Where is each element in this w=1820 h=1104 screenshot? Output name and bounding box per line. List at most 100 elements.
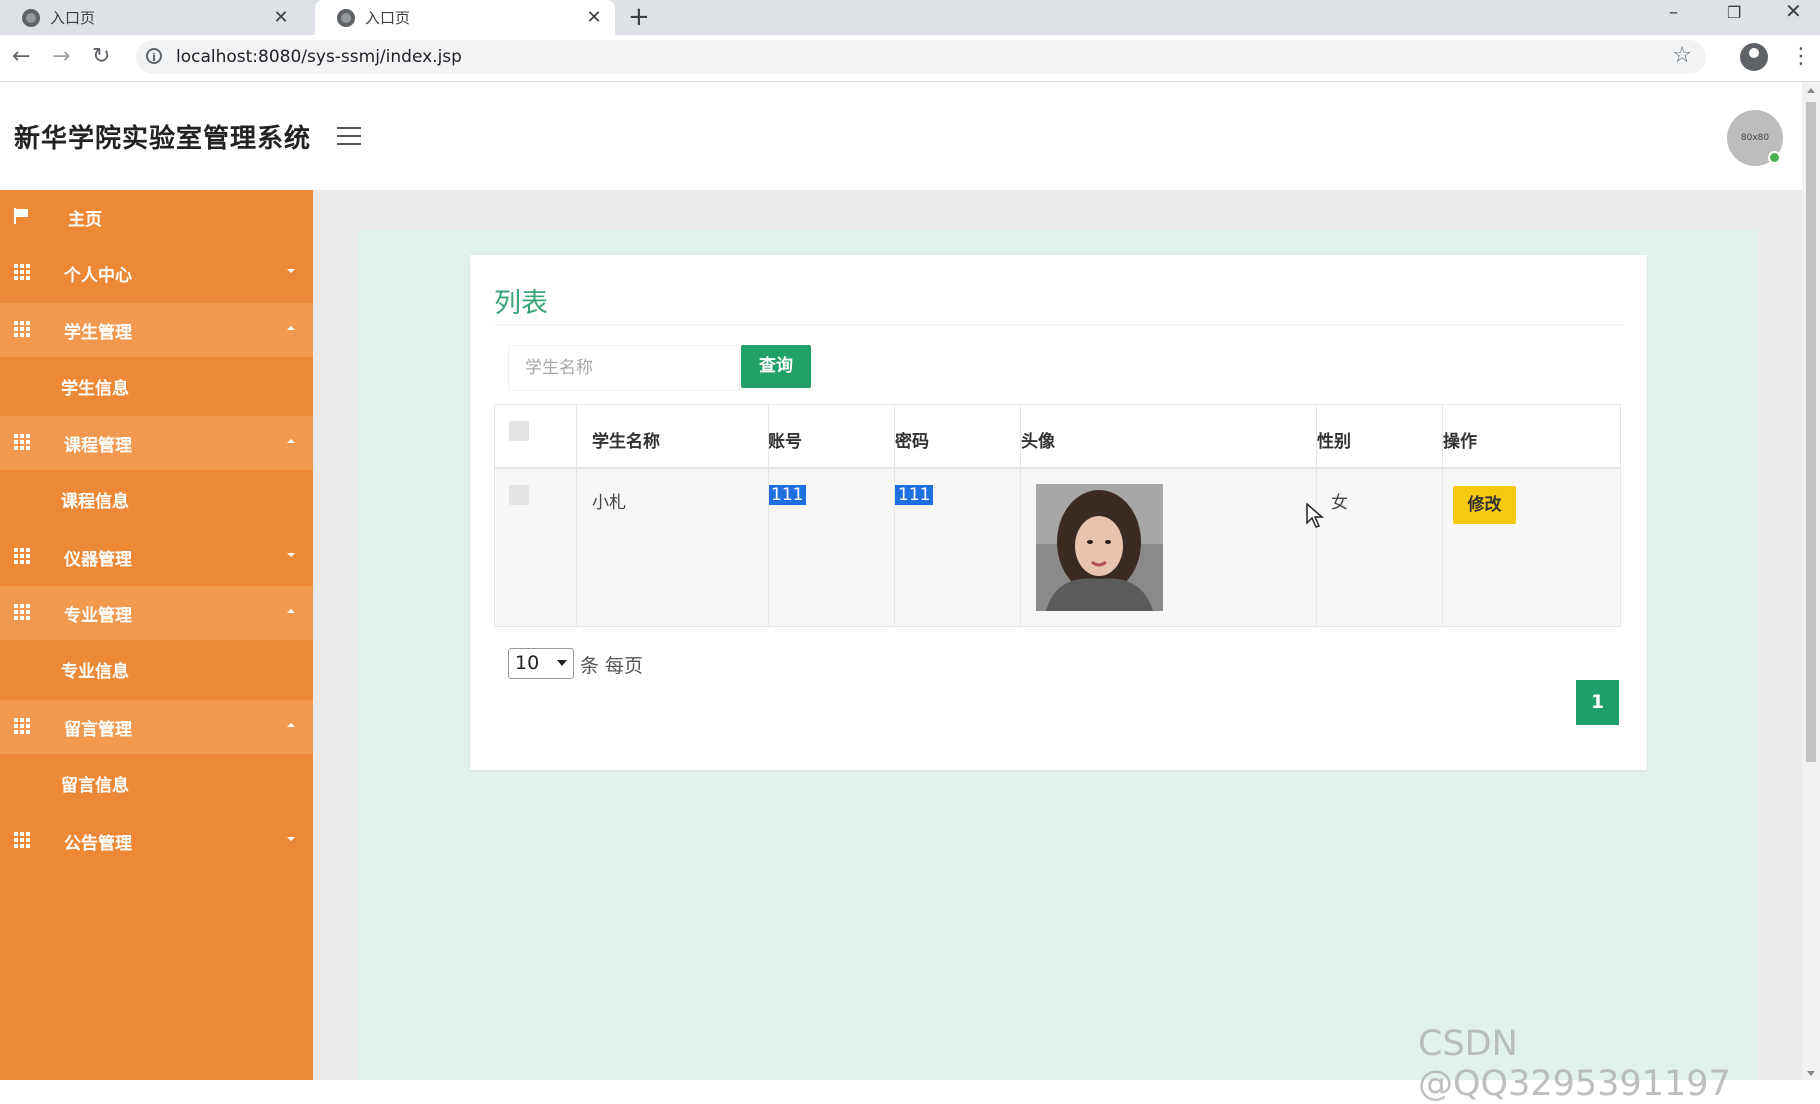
table-header: 学生名称 账号 密码 头像 性别 操作 — [495, 405, 1620, 469]
sidebar-item-major-management[interactable]: 专业管理 — [0, 586, 313, 640]
grid-icon — [14, 718, 30, 734]
menu-toggle-icon[interactable] — [337, 127, 361, 145]
sidebar-item-label: 主页 — [68, 209, 102, 230]
table-row: 小札 111 111 女 修改 — [495, 469, 1620, 626]
browser-tab-active[interactable]: 入口页 ✕ — [315, 0, 615, 35]
student-name-search-input[interactable]: 学生名称 — [508, 345, 740, 391]
column-header-password: 密码 — [895, 432, 929, 452]
reload-icon[interactable]: ↻ — [92, 43, 110, 71]
student-avatar-image — [1036, 484, 1163, 611]
grid-icon — [14, 264, 30, 280]
watermark: CSDN @QQ3295391197 — [1418, 1024, 1731, 1104]
sidebar-subitem-label: 课程信息 — [61, 491, 129, 512]
sidebar-item-home[interactable]: 主页 — [0, 190, 313, 244]
sidebar-item-course-management[interactable]: 课程管理 — [0, 416, 313, 470]
avatar-placeholder-text: 80x80 — [1740, 133, 1770, 143]
close-window-icon[interactable]: ✕ — [1785, 0, 1802, 22]
bookmark-star-icon[interactable]: ☆ — [1672, 43, 1692, 68]
sidebar-item-announcement-management[interactable]: 公告管理 — [0, 814, 313, 868]
sidebar-subitem-course-info[interactable]: 课程信息 — [0, 472, 313, 526]
column-header-action: 操作 — [1443, 432, 1477, 452]
grid-icon — [14, 604, 30, 620]
info-icon[interactable]: i — [146, 48, 162, 64]
column-divider — [768, 405, 769, 626]
address-bar[interactable]: i localhost:8080/sys-ssmj/index.jsp ☆ — [136, 40, 1706, 74]
sidebar-item-message-management[interactable]: 留言管理 — [0, 700, 313, 754]
column-divider — [1442, 405, 1443, 626]
select-all-checkbox[interactable] — [509, 421, 529, 441]
globe-icon — [337, 8, 355, 27]
caret-up-icon — [287, 326, 295, 330]
profile-icon[interactable] — [1740, 43, 1768, 71]
column-header-gender: 性别 — [1317, 432, 1351, 452]
chevron-down-icon — [557, 660, 567, 666]
sidebar-item-personal-center[interactable]: 个人中心 — [0, 246, 313, 300]
user-avatar[interactable]: 80x80 — [1727, 110, 1783, 166]
grid-icon — [14, 548, 30, 564]
sidebar: 主页 个人中心 学生管理 学生信息 课程管理 课程信息 仪器管理 专业管理 专业… — [0, 190, 313, 1080]
sidebar-subitem-label: 专业信息 — [61, 661, 129, 682]
app-title: 新华学院实验室管理系统 — [14, 124, 312, 154]
app-header: 新华学院实验室管理系统 80x80 — [0, 82, 1802, 190]
scroll-up-icon[interactable] — [1807, 88, 1815, 93]
browser-tab-strip: 入口页 ✕ 入口页 ✕ + – ❐ ✕ — [0, 0, 1820, 35]
sidebar-subitem-label: 留言信息 — [61, 775, 129, 796]
new-tab-button[interactable]: + — [628, 3, 650, 31]
sidebar-item-student-management[interactable]: 学生管理 — [0, 303, 313, 357]
per-page-label: 条 每页 — [580, 655, 644, 677]
forward-arrow-icon[interactable]: → — [52, 43, 70, 71]
sidebar-item-label: 课程管理 — [64, 435, 132, 456]
cell-gender: 女 — [1331, 493, 1348, 513]
sidebar-subitem-major-info[interactable]: 专业信息 — [0, 642, 313, 696]
sidebar-item-label: 仪器管理 — [64, 549, 132, 570]
column-divider — [1020, 405, 1021, 626]
page-size-select[interactable]: 10 — [508, 648, 574, 679]
sidebar-subitem-message-info[interactable]: 留言信息 — [0, 756, 313, 810]
scrollbar-thumb[interactable] — [1806, 102, 1816, 762]
sidebar-item-label: 公告管理 — [64, 833, 132, 854]
cell-password: 111 — [895, 485, 934, 505]
restore-icon[interactable]: ❐ — [1727, 2, 1741, 24]
caret-down-icon — [287, 837, 295, 841]
row-checkbox[interactable] — [509, 485, 529, 505]
sidebar-item-label: 学生管理 — [64, 322, 132, 343]
edit-button[interactable]: 修改 — [1453, 486, 1516, 524]
card-title: 列表 — [494, 288, 548, 319]
page-scrollbar[interactable] — [1802, 82, 1820, 1080]
sidebar-subitem-student-info[interactable]: 学生信息 — [0, 359, 313, 413]
column-header-name: 学生名称 — [592, 432, 660, 452]
column-divider — [576, 405, 577, 626]
tab-title: 入口页 — [365, 9, 411, 27]
sidebar-item-label: 留言管理 — [64, 719, 132, 740]
browser-tab[interactable]: 入口页 ✕ — [0, 0, 302, 35]
flag-icon — [14, 208, 30, 224]
cell-account: 111 — [768, 485, 807, 505]
cell-student-name: 小札 — [592, 493, 626, 513]
back-arrow-icon[interactable]: ← — [12, 43, 30, 71]
column-header-avatar: 头像 — [1021, 432, 1055, 452]
caret-down-icon — [287, 269, 295, 273]
sidebar-item-label: 专业管理 — [64, 605, 132, 626]
caret-up-icon — [287, 723, 295, 727]
globe-icon — [22, 8, 40, 27]
close-icon[interactable]: ✕ — [583, 7, 605, 28]
search-button[interactable]: 查询 — [741, 345, 811, 388]
column-header-account: 账号 — [768, 432, 802, 452]
sidebar-item-instrument-management[interactable]: 仪器管理 — [0, 530, 313, 584]
browser-menu-icon[interactable]: ⋮ — [1790, 43, 1812, 71]
caret-up-icon — [287, 609, 295, 613]
column-divider — [894, 405, 895, 626]
list-card: 列表 学生名称 查询 学生名称 账号 密码 头像 性别 操作 小札 111 11… — [470, 255, 1647, 770]
divider — [494, 324, 1624, 325]
tab-title: 入口页 — [50, 9, 96, 27]
page-button-current[interactable]: 1 — [1576, 680, 1619, 725]
online-status-dot — [1768, 151, 1781, 164]
page-size-value: 10 — [515, 652, 540, 674]
grid-icon — [14, 321, 30, 337]
minimize-icon[interactable]: – — [1669, 2, 1678, 24]
caret-down-icon — [287, 553, 295, 557]
caret-up-icon — [287, 439, 295, 443]
close-icon[interactable]: ✕ — [270, 7, 292, 28]
mouse-cursor-icon — [1306, 503, 1324, 528]
url-text[interactable]: localhost:8080/sys-ssmj/index.jsp — [176, 47, 462, 67]
